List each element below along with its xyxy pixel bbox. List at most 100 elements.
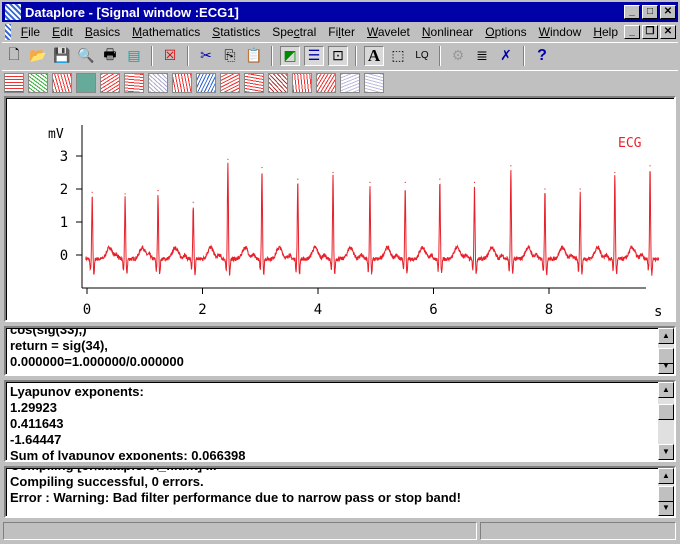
plugin-icon[interactable]: ⚙ [448,46,468,66]
new-file-icon[interactable]: 🗋 [4,46,24,66]
x-tick-label: 8 [545,302,553,318]
spectrogram-icon[interactable] [76,72,96,93]
signal-1-icon[interactable] [4,72,24,93]
output-line: 0.411643 [10,416,64,431]
zoom-text-icon[interactable]: LQ [412,46,432,66]
histogram-icon[interactable] [52,72,72,93]
diagonal-line-icon[interactable] [196,72,216,93]
delete-icon[interactable]: ☒ [160,46,180,66]
graph-view-icon[interactable]: ⊡ [328,45,348,66]
output-line: Lyapunov exponents: [10,384,144,399]
output-line: return = sig(34), [10,338,108,353]
menu-Wavelet[interactable]: Wavelet [361,25,416,39]
diagonal-light-icon[interactable] [148,72,168,93]
signal-2-icon[interactable] [28,72,48,93]
rectangle-icon[interactable]: ⬚ [388,46,408,66]
x-tick-label: 2 [198,302,206,318]
menu-File[interactable]: File [15,25,46,39]
doc-restore-button[interactable]: ❐ [642,24,658,39]
scroll-up-button[interactable]: ▲ [658,382,674,398]
menu-bar: File Edit Basics Mathematics Statistics Spect… [2,22,678,41]
r-peak-point [227,158,229,160]
minimize-button[interactable]: _ [624,5,640,19]
x-tick-label: 4 [314,302,322,318]
r-peak-point [332,171,334,174]
ecg-signal-line [85,162,660,277]
analysis-toolbar [2,70,678,94]
copy-window-icon[interactable]: ▤ [124,46,144,66]
ecg-chart: 0 1 2 3 0 2 4 6 8 mV s ECG [48,125,662,320]
close-button[interactable]: ✕ [660,5,676,19]
scrollbar-thumb[interactable] [658,348,674,364]
r-peak-point [192,201,194,203]
main-toolbar: 🗋 📂 💾 🔍 🖶 ▤ ☒ ✂ ⎘ 📋 ◩ ☰ ⊡ A ⬚ LQ ⚙ ≣ ✗ ? [2,42,678,68]
print-preview-icon[interactable]: 🔍 [76,46,96,66]
menu-Edit[interactable]: Edit [46,25,79,39]
doc-minimize-button[interactable]: _ [624,24,640,39]
app-icon [5,4,21,20]
r-peak-point [544,188,546,190]
y-axis-label: mV [48,127,64,142]
menu-Window[interactable]: Window [533,25,588,39]
list-icon[interactable]: ≣ [472,46,492,66]
status-bar-info [480,522,676,540]
output-line: Sum of lyapunov exponents: 0.066398 [10,448,246,462]
menu-Spectral[interactable]: Spectral [266,25,322,39]
output-line: Compiling successful, 0 errors. [10,474,204,489]
unlink-icon[interactable]: ✗ [496,46,516,66]
open-folder-icon[interactable]: 📂 [28,46,48,66]
noise-icon[interactable] [100,72,120,93]
r-peak-point [510,165,512,167]
help-icon[interactable]: ? [532,46,552,66]
maximize-button[interactable]: □ [642,5,658,19]
scatter-icon[interactable] [124,72,144,93]
scrollbar-thumb[interactable] [658,404,674,420]
y-tick-label: 1 [60,215,68,231]
menu-Statistics[interactable]: Statistics [206,25,266,39]
menu-Basics[interactable]: Basics [79,25,126,39]
scroll-down-button[interactable]: ▼ [658,444,674,460]
r-peak-point [124,193,126,195]
doc-close-button[interactable]: ✕ [660,24,676,39]
menu-Options[interactable]: Options [479,25,532,39]
print-icon[interactable]: 🖶 [100,46,120,66]
cut-icon[interactable]: ✂ [196,46,216,66]
menu-Nonlinear[interactable]: Nonlinear [416,25,479,39]
menu-Help[interactable]: Help [587,25,624,39]
table-view-icon[interactable]: ☰ [304,45,324,66]
scroll-up-button[interactable]: ▲ [658,328,674,344]
dense-1-icon[interactable] [220,72,240,93]
x-axis-label: s [654,304,662,320]
scrollbar-thumb[interactable] [658,486,674,502]
menu-Mathematics[interactable]: Mathematics [126,25,206,39]
text-icon[interactable]: A [364,45,384,66]
document-icon[interactable] [5,23,11,40]
faded-2-icon[interactable] [364,72,384,93]
faded-1-icon[interactable] [340,72,360,93]
output-pane-2[interactable]: Lyapunov exponents: 1.29923 0.411643 -1.644… [4,380,676,462]
save-icon[interactable]: 💾 [52,46,72,66]
r-peak-point [579,188,581,190]
scroll-up-button[interactable]: ▲ [658,468,674,484]
r-peak-point [439,178,441,180]
scroll-down-button[interactable]: ▼ [658,500,674,516]
paste-icon[interactable]: 📋 [244,46,264,66]
status-bar-main [3,522,477,540]
output-pane-3[interactable]: Compiling [c:\dataplore\_filt.flt] ...Co… [4,466,676,518]
dense-2-icon[interactable] [244,72,264,93]
signal-window[interactable]: 0 1 2 3 0 2 4 6 8 mV s ECG [4,96,676,322]
r-peak-point [369,181,371,183]
copy-icon[interactable]: ⎘ [220,46,240,66]
r-peak-point [473,181,476,183]
trend-icon[interactable] [292,72,312,93]
y-tick-label: 0 [60,248,68,264]
output-pane-1[interactable]: cos(sig(33),) return = sig(34), 0.000000=1… [4,326,676,376]
r-peak-point [157,190,159,192]
plot-view-icon[interactable]: ◩ [280,45,300,66]
grid-icon[interactable] [268,72,288,93]
output-line: -1.64447 [10,432,62,447]
crosshair-icon[interactable] [172,72,192,93]
menu-Filter[interactable]: Filter [322,25,361,39]
bars-icon[interactable] [316,72,336,93]
r-peak-point [404,181,406,183]
